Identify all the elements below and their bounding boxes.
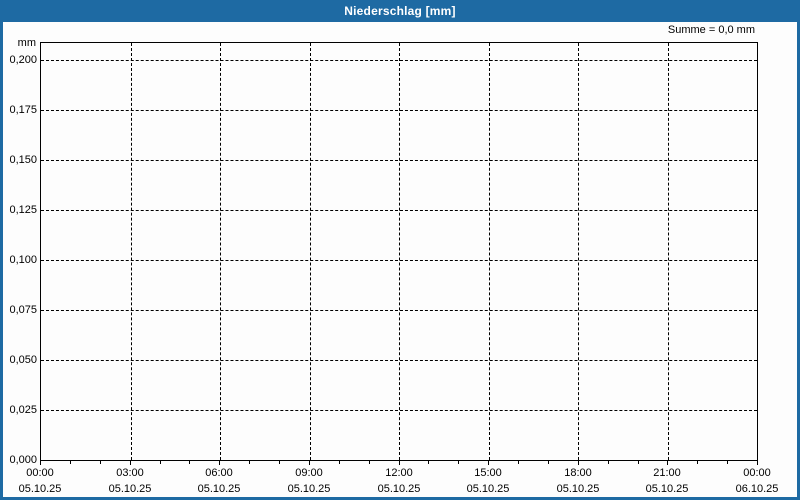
x-tick-time-label: 21:00	[653, 467, 681, 479]
y-tick-label: 0,100	[9, 254, 37, 266]
y-tick-label: 0,000	[9, 454, 37, 466]
x-axis-minor-tick	[249, 460, 250, 464]
y-tick-label: 0,175	[9, 104, 37, 116]
x-tick-date-label: 05.10.25	[377, 483, 421, 495]
x-tick-time-label: 03:00	[116, 467, 144, 479]
x-axis-minor-tick	[667, 460, 668, 465]
x-tick-date-label: 05.10.25	[18, 483, 62, 495]
x-axis-ticks	[40, 460, 758, 466]
x-axis-minor-tick	[428, 460, 429, 464]
x-axis-minor-tick	[100, 460, 101, 464]
x-tick-date-label: 05.10.25	[556, 483, 600, 495]
v-gridline	[668, 43, 669, 460]
x-axis-minor-tick	[309, 460, 310, 465]
x-axis-minor-tick	[697, 460, 698, 464]
x-axis-minor-tick	[518, 460, 519, 464]
y-tick-label: 0,050	[9, 354, 37, 366]
x-axis-minor-tick	[638, 460, 639, 464]
v-gridline	[220, 43, 221, 460]
plot-area	[40, 42, 758, 461]
chart-title-bar: Niederschlag [mm]	[0, 0, 800, 22]
x-axis-minor-tick	[578, 460, 579, 465]
x-tick-date-label: 06.10.25	[735, 483, 779, 495]
x-axis-date-labels: 05.10.25 05.10.25 05.10.25 05.10.25 05.10.25…	[19, 483, 779, 497]
x-tick-date-label: 05.10.25	[466, 483, 510, 495]
v-gridline	[489, 43, 490, 460]
x-tick-time-label: 06:00	[205, 467, 233, 479]
sum-annotation: Summe = 0,0 mm	[667, 24, 755, 36]
v-gridline	[399, 43, 400, 460]
y-tick-label: 0,150	[9, 154, 37, 166]
y-axis-labels: 0,200 0,175 0,150 0,125 0,100 0,075 0,050 0,025…	[0, 42, 37, 466]
x-tick-time-label: 09:00	[295, 467, 323, 479]
x-axis-minor-tick	[70, 460, 71, 464]
x-tick-time-label: 00:00	[26, 467, 54, 479]
x-axis-minor-tick	[130, 460, 131, 465]
x-axis-minor-tick	[757, 460, 758, 465]
x-axis-minor-tick	[160, 460, 161, 464]
x-axis-minor-tick	[488, 460, 489, 465]
y-tick-label: 0,075	[9, 304, 37, 316]
x-tick-time-label: 15:00	[474, 467, 502, 479]
chart-window: Niederschlag [mm] Summe = 0,0 mm mm 0,20…	[0, 0, 800, 500]
x-axis-time-labels: 00:00 03:00 06:00 09:00 12:00 15:00 18:00 21:00…	[26, 467, 771, 481]
x-axis-minor-tick	[189, 460, 190, 464]
x-axis-minor-tick	[369, 460, 370, 464]
y-tick-label: 0,200	[9, 54, 37, 66]
v-gridline	[131, 43, 132, 460]
v-gridline	[310, 43, 311, 460]
x-tick-time-label: 00:00	[743, 467, 771, 479]
x-axis-minor-tick	[548, 460, 549, 464]
x-axis-minor-tick	[279, 460, 280, 464]
x-axis-minor-tick	[40, 460, 41, 465]
x-tick-date-label: 05.10.25	[108, 483, 152, 495]
x-tick-date-label: 05.10.25	[645, 483, 689, 495]
y-tick-label: 0,025	[9, 404, 37, 416]
x-tick-date-label: 05.10.25	[287, 483, 331, 495]
x-tick-date-label: 05.10.25	[197, 483, 241, 495]
x-axis-minor-tick	[727, 460, 728, 464]
x-tick-time-label: 12:00	[385, 467, 413, 479]
v-gridline	[578, 43, 579, 460]
y-tick-label: 0,125	[9, 204, 37, 216]
x-axis-minor-tick	[219, 460, 220, 465]
x-axis-minor-tick	[399, 460, 400, 465]
x-axis-minor-tick	[458, 460, 459, 464]
x-tick-time-label: 18:00	[564, 467, 592, 479]
x-axis-minor-tick	[608, 460, 609, 464]
x-axis-minor-tick	[339, 460, 340, 464]
